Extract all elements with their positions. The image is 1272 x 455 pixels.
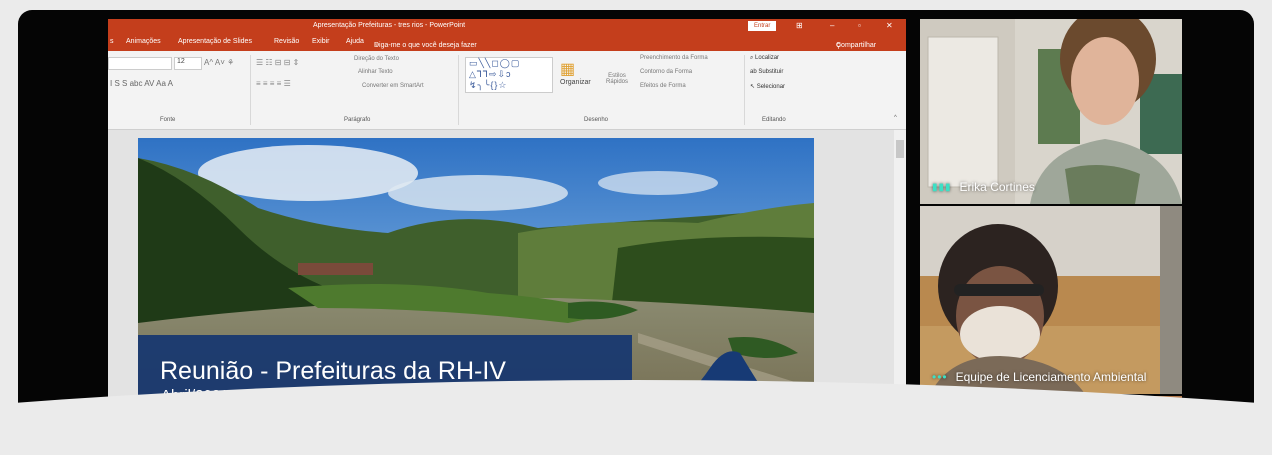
participant-name-label: ▮▮▮ Erika Cortines (932, 180, 1035, 194)
alignment-icons[interactable]: ≡ ≡ ≡ ≡ ☰ (256, 79, 291, 88)
close-icon[interactable]: ✕ (886, 21, 893, 30)
grow-shrink-font-icons[interactable]: A^ A˅ ⚘ (204, 58, 234, 67)
list-icons[interactable]: ☰ ☷ ⊟ ⊟ ⇕ (256, 58, 299, 67)
slide-editor: Reunião - Prefeituras da RH-IV Abril/202… (108, 130, 906, 455)
minimize-icon[interactable]: – (830, 21, 834, 30)
font-group-label: Fonte (160, 117, 176, 123)
divider (744, 55, 745, 125)
slide-title: Reunião - Prefeituras da RH-IV (160, 357, 506, 385)
participant-name-label: ••• Equipe de Licenciamento Ambiental (932, 370, 1146, 384)
comite-logo-icon (658, 351, 768, 438)
participant-video (920, 19, 1182, 204)
find-button[interactable]: ⌕ Localizar (750, 55, 779, 62)
tab-exibir[interactable]: Exibir (312, 38, 330, 45)
text-direction-button[interactable]: Direção do Texto (354, 56, 399, 62)
ppt-menu-bar: s Animações Apresentação de Slides Revis… (108, 34, 906, 51)
font-format-icons[interactable]: I S S abc AV Aa A (110, 79, 173, 88)
shape-outline-button[interactable]: Contorno da Forma (640, 69, 692, 75)
tab-apresentacao[interactable]: Apresentação de Slides (178, 38, 252, 45)
participant-tile[interactable]: ••• Equipe de Licenciamento Ambiental (920, 206, 1182, 394)
shapes-gallery[interactable]: ▭╲╲◻◯▢ △⅂⅂⇨⇩ↄ ↯╮╰{}☆ (465, 57, 553, 93)
tab-ajuda[interactable]: Ajuda (346, 38, 364, 45)
slide-title-banner: Reunião - Prefeituras da RH-IV Abril/202… (138, 335, 632, 432)
font-name-box[interactable] (108, 57, 172, 70)
shape-fill-button[interactable]: Preenchimento da Forma (640, 55, 708, 61)
divider (250, 55, 251, 125)
tab-animacoes[interactable]: Animações (126, 38, 161, 45)
quick-styles-button[interactable]: Estilos Rápidos (600, 73, 634, 85)
vertical-scrollbar[interactable] (894, 130, 906, 455)
paragraph-group-label: Parágrafo (344, 117, 371, 123)
find-label: Localizar (755, 55, 780, 61)
ppt-title-bar: Apresentação Prefeituras - tres rios - P… (108, 19, 906, 34)
replace-button[interactable]: ab Substituir (750, 69, 783, 75)
participant-name: Equipe de Licenciamento Ambiental (955, 370, 1147, 384)
participant-video (920, 206, 1182, 394)
maximize-icon[interactable]: ▫ (858, 21, 861, 30)
editing-group-label: Editando (762, 117, 786, 123)
convert-smartart-button[interactable]: Converter em SmartArt (362, 83, 424, 89)
participant-tile[interactable] (920, 396, 1182, 455)
cursor-icon: ↖ (750, 84, 757, 90)
font-size-box[interactable]: 12 (174, 57, 202, 70)
tab-truncated[interactable]: s (110, 38, 114, 45)
replace-label: Substituir (758, 69, 784, 75)
share-label: Compartilhar (836, 42, 877, 49)
select-button[interactable]: ↖ Selecionar (750, 83, 785, 90)
shared-screen-powerpoint: Apresentação Prefeituras - tres rios - P… (108, 19, 906, 455)
participant-tile[interactable]: ▮▮▮ Erika Cortines (920, 19, 1182, 204)
arrange-button[interactable]: Organizar (560, 79, 591, 86)
select-label: Selecionar (756, 84, 786, 90)
slide-subtitle: Abril/2021 (161, 387, 229, 404)
screen: Apresentação Prefeituras - tres rios - P… (0, 0, 1272, 455)
logo-text: COMITÊ (662, 442, 764, 455)
shape-effects-button[interactable]: Efeitos de Forma (640, 83, 686, 89)
ppt-window-title: Apresentação Prefeituras - tres rios - P… (313, 22, 466, 29)
align-text-button[interactable]: Alinhar Texto (358, 69, 393, 75)
tab-revisao[interactable]: Revisão (274, 38, 299, 45)
ribbon-display-icon[interactable]: ⊞ (796, 21, 803, 30)
collapse-ribbon-icon[interactable]: ^ (894, 115, 897, 121)
drawing-group-label: Desenho (584, 117, 609, 123)
audio-level-icon: ▮▮▮ (932, 181, 952, 193)
more-options-icon[interactable]: ••• (932, 370, 948, 384)
divider (458, 55, 459, 125)
scrollbar-thumb[interactable] (896, 140, 904, 158)
enter-button[interactable]: Entrar (748, 21, 777, 31)
participant-name: Erika Cortines (959, 180, 1035, 194)
arrange-icon: ▦ (560, 61, 576, 78)
participant-video (920, 396, 1182, 455)
current-slide[interactable]: Reunião - Prefeituras da RH-IV Abril/202… (138, 138, 814, 455)
meeting-frame: Apresentação Prefeituras - tres rios - P… (18, 10, 1254, 455)
tell-me-text: Diga-me o que você deseja fazer (374, 42, 477, 49)
ppt-ribbon: 12 A^ A˅ ⚘ I S S abc AV Aa A Fonte ☰ ☷ ⊟… (108, 51, 906, 130)
